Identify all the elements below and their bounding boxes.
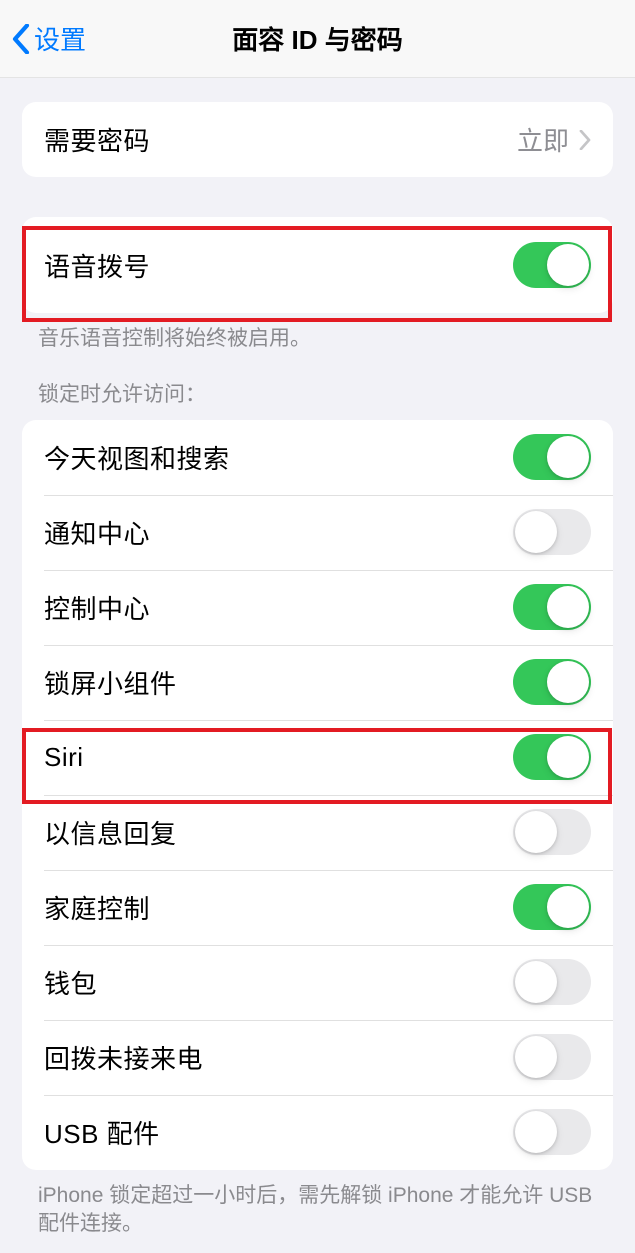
lock-access-item-label: 家庭控制 — [44, 889, 150, 926]
lock-access-item-label: 回拨未接来电 — [44, 1039, 203, 1076]
lock-access-item-label: 钱包 — [44, 964, 97, 1001]
lock-access-row: 家庭控制 — [22, 870, 613, 945]
lock-access-group: 今天视图和搜索通知中心控制中心锁屏小组件 Siri 以信息回复家庭控制钱包回拨未接来… — [22, 420, 613, 1170]
lock-access-toggle-5[interactable] — [513, 809, 591, 855]
lock-access-toggle-1[interactable] — [513, 509, 591, 555]
lock-access-item-label: 通知中心 — [44, 514, 150, 551]
lock-access-row: 锁屏小组件 — [22, 645, 613, 720]
require-passcode-value: 立即 — [517, 121, 569, 158]
lock-access-toggle-8[interactable] — [513, 1034, 591, 1080]
lock-access-toggle-4[interactable] — [513, 734, 591, 780]
page-title: 面容 ID 与密码 — [0, 20, 635, 57]
lock-access-toggle-3[interactable] — [513, 659, 591, 705]
lock-access-row: 回拨未接来电 — [22, 1020, 613, 1095]
voice-dial-label: 语音拨号 — [44, 247, 150, 284]
lock-access-header: 锁定时允许访问： — [0, 381, 635, 419]
lock-access-row: 以信息回复 — [22, 795, 613, 870]
lock-access-item-label: 控制中心 — [44, 589, 150, 626]
require-passcode-group: 需要密码 立即 — [22, 102, 613, 177]
lock-access-item-label: 锁屏小组件 — [44, 664, 177, 701]
lock-access-row: 通知中心 — [22, 495, 613, 570]
back-button[interactable]: 设置 — [12, 20, 86, 57]
lock-access-item-label: Siri — [44, 742, 84, 773]
lock-access-item-label: USB 配件 — [44, 1114, 160, 1151]
lock-access-row: Siri — [22, 720, 613, 795]
lock-access-toggle-0[interactable] — [513, 434, 591, 480]
lock-access-footer: iPhone 锁定超过一小时后，需先解锁 iPhone 才能允许 USB 配件连… — [0, 1170, 635, 1239]
voice-dial-footer: 音乐语音控制将始终被启用。 — [0, 313, 635, 353]
back-label: 设置 — [34, 20, 86, 57]
lock-access-row: USB 配件 — [22, 1095, 613, 1170]
lock-access-row: 钱包 — [22, 945, 613, 1020]
require-passcode-row[interactable]: 需要密码 立即 — [22, 102, 613, 177]
chevron-left-icon — [12, 24, 30, 54]
voice-dial-toggle[interactable] — [513, 242, 591, 288]
lock-access-toggle-6[interactable] — [513, 884, 591, 930]
lock-access-item-label: 今天视图和搜索 — [44, 439, 230, 476]
lock-access-row: 今天视图和搜索 — [22, 420, 613, 495]
lock-access-row: 控制中心 — [22, 570, 613, 645]
lock-access-item-label: 以信息回复 — [44, 814, 177, 851]
voice-dial-row: 语音拨号 — [22, 217, 613, 313]
lock-access-toggle-9[interactable] — [513, 1109, 591, 1155]
lock-access-toggle-7[interactable] — [513, 959, 591, 1005]
navigation-bar: 设置 面容 ID 与密码 — [0, 0, 635, 78]
voice-dial-group: 语音拨号 — [22, 217, 613, 313]
require-passcode-label: 需要密码 — [44, 121, 150, 158]
chevron-right-icon — [579, 130, 591, 150]
lock-access-toggle-2[interactable] — [513, 584, 591, 630]
